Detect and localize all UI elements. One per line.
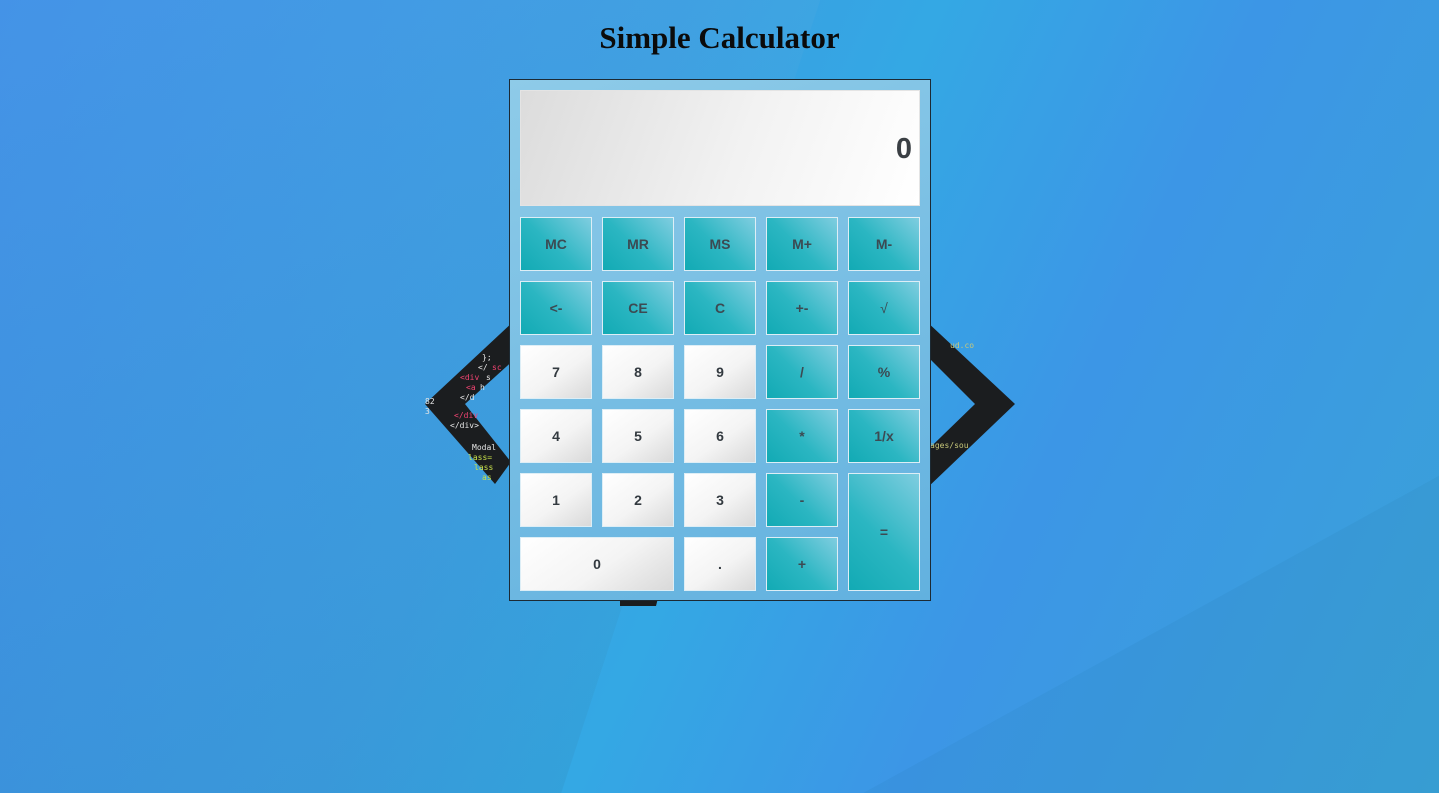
reciprocal-button[interactable]: 1/x <box>848 409 920 463</box>
digit-4-button[interactable]: 4 <box>520 409 592 463</box>
divide-button[interactable]: / <box>766 345 838 399</box>
calculator-display: 0 <box>520 90 920 206</box>
page-title: Simple Calculator <box>599 20 840 55</box>
memory-clear-button[interactable]: MC <box>520 217 592 271</box>
add-button[interactable]: + <box>766 537 838 591</box>
svg-text:};: }; <box>482 353 492 362</box>
clear-entry-button[interactable]: CE <box>602 281 674 335</box>
svg-text:sc: sc <box>492 363 502 372</box>
digit-9-button[interactable]: 9 <box>684 345 756 399</box>
percent-button[interactable]: % <box>848 345 920 399</box>
decimal-point-button[interactable]: . <box>684 537 756 591</box>
digit-3-button[interactable]: 3 <box>684 473 756 527</box>
memory-recall-button[interactable]: MR <box>602 217 674 271</box>
digit-0-button[interactable]: 0 <box>520 537 674 591</box>
subtract-button[interactable]: - <box>766 473 838 527</box>
svg-text:as: as <box>482 473 492 482</box>
svg-text:<div: <div <box>460 373 479 382</box>
svg-text:82: 82 <box>425 397 435 406</box>
svg-text:lass: lass <box>474 463 493 472</box>
svg-text:</div>: </div> <box>450 421 479 430</box>
svg-text:3: 3 <box>425 407 430 416</box>
clear-button[interactable]: C <box>684 281 756 335</box>
svg-text:h: h <box>480 383 485 392</box>
digit-5-button[interactable]: 5 <box>602 409 674 463</box>
equals-button[interactable]: = <box>848 473 920 591</box>
svg-text:ages/sou: ages/sou <box>930 441 969 450</box>
multiply-button[interactable]: * <box>766 409 838 463</box>
svg-text:Modal: Modal <box>472 443 496 452</box>
svg-text:</div: </div <box>454 411 478 420</box>
memory-add-button[interactable]: M+ <box>766 217 838 271</box>
svg-text:</: </ <box>478 363 488 372</box>
square-root-button[interactable]: √ <box>848 281 920 335</box>
svg-text:</d: </d <box>460 393 475 402</box>
digit-2-button[interactable]: 2 <box>602 473 674 527</box>
digit-1-button[interactable]: 1 <box>520 473 592 527</box>
svg-text:s: s <box>486 373 491 382</box>
backspace-button[interactable]: <- <box>520 281 592 335</box>
negate-button[interactable]: +- <box>766 281 838 335</box>
digit-7-button[interactable]: 7 <box>520 345 592 399</box>
calculator: 0 MC MR MS M+ M- <- CE C +- √ 7 8 9 / % … <box>509 79 931 601</box>
svg-text:ud.co: ud.co <box>950 341 974 350</box>
svg-text:<a: <a <box>466 383 476 392</box>
memory-store-button[interactable]: MS <box>684 217 756 271</box>
memory-subtract-button[interactable]: M- <box>848 217 920 271</box>
svg-text:lass=: lass= <box>468 453 492 462</box>
digit-8-button[interactable]: 8 <box>602 345 674 399</box>
digit-6-button[interactable]: 6 <box>684 409 756 463</box>
